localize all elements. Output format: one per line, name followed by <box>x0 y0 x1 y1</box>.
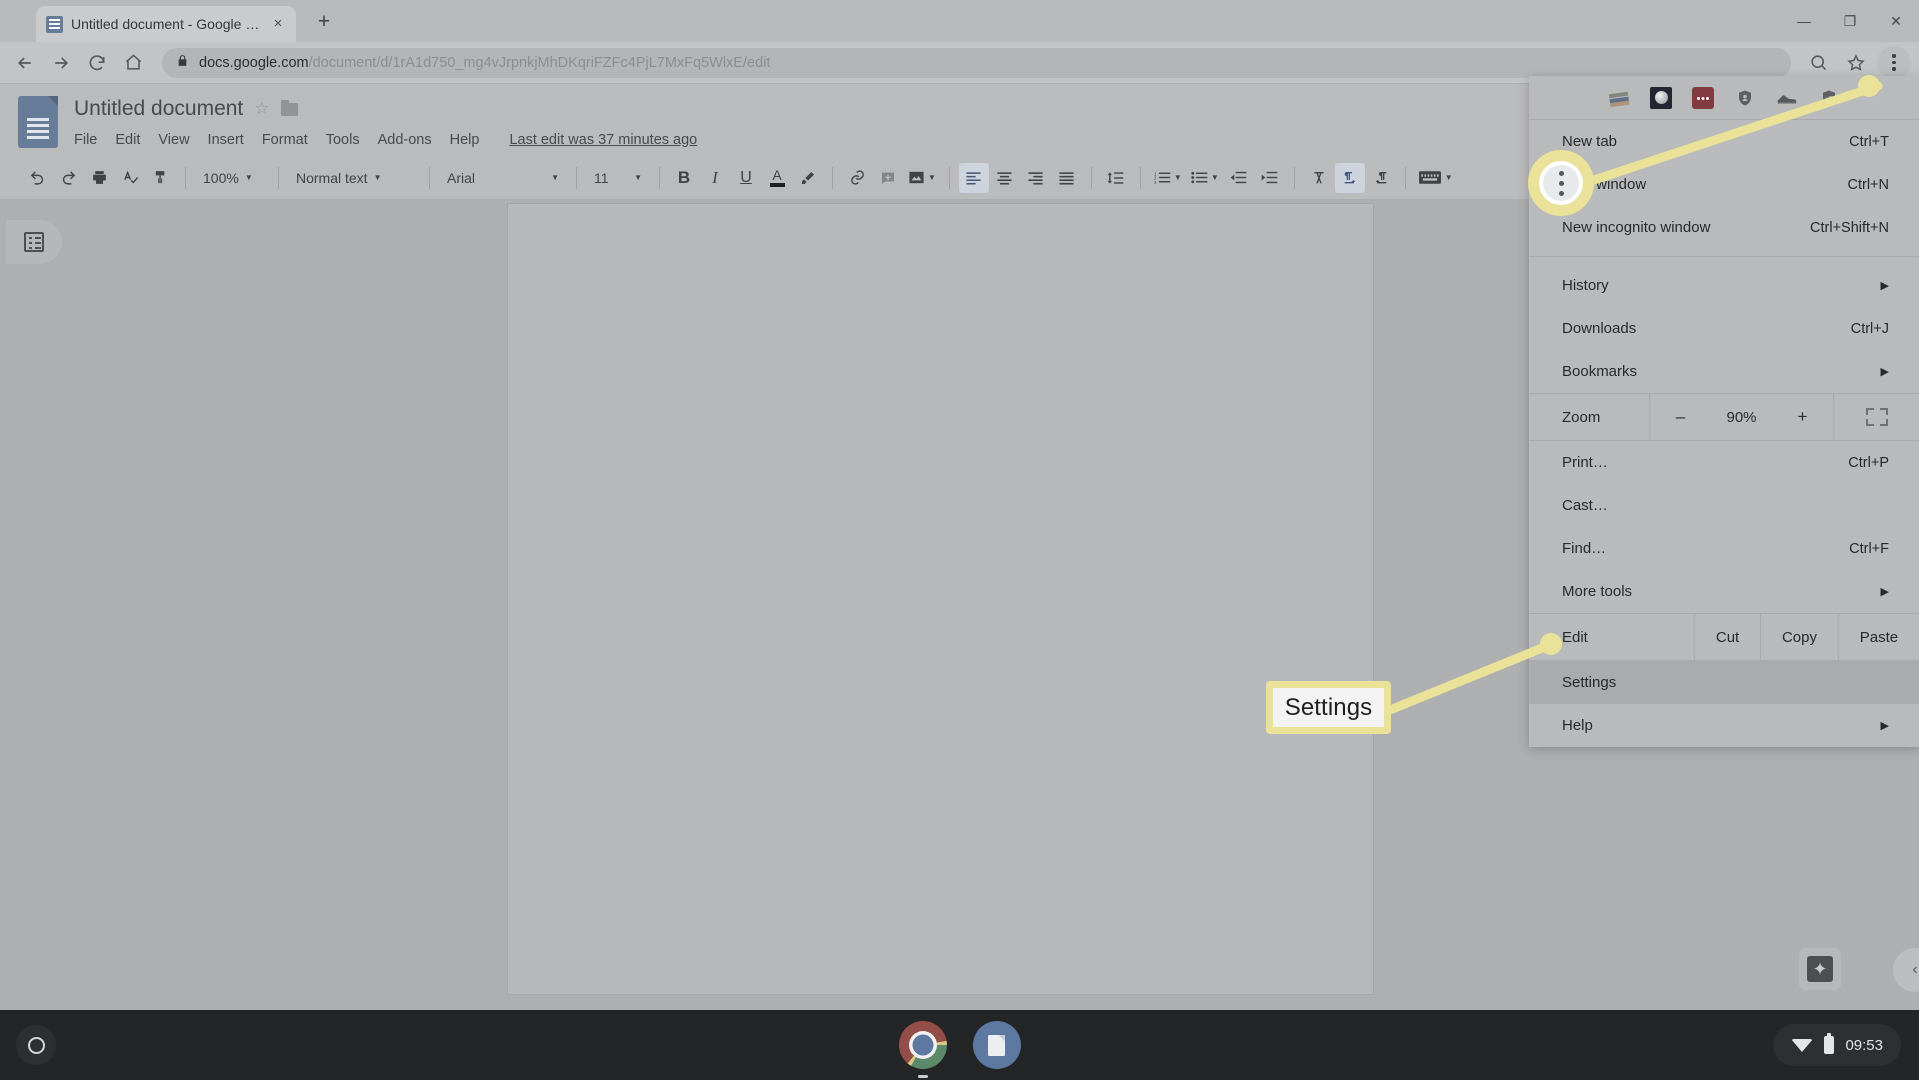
three-dot-menu-highlight <box>1528 150 1594 216</box>
settings-callout-label: Settings <box>1266 681 1391 734</box>
annotation-dot-settings <box>1540 633 1562 655</box>
annotation-lines <box>1380 81 1883 717</box>
callout-text: Settings <box>1284 693 1373 721</box>
annotation-dot-menu <box>1858 75 1880 97</box>
chromeos-screen: Untitled document - Google Docs × + — ❐ … <box>0 0 1919 1080</box>
